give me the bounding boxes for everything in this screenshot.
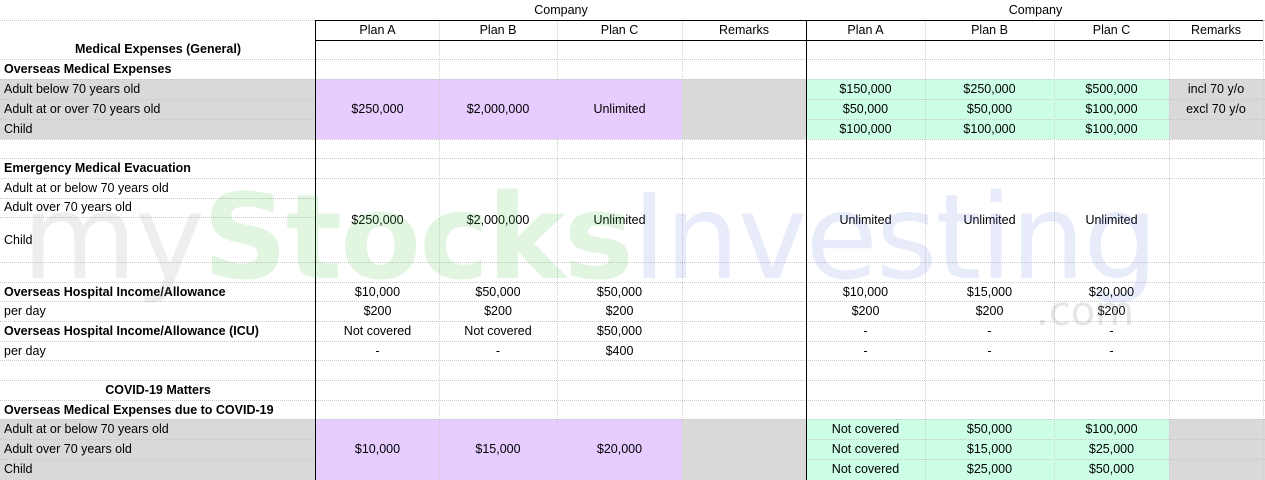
header-border [316, 40, 1263, 41]
comparison-table: Company Company Plan A Plan B Plan C Rem… [0, 0, 1265, 480]
value-cell: $25,000 [1088, 442, 1135, 456]
value-cell: Unlimited [593, 102, 646, 116]
value-cell: $200 [851, 304, 880, 318]
column-header-remarks: Remarks [1190, 23, 1241, 37]
value-cell: $25,000 [966, 462, 1013, 476]
value-cell: - [987, 344, 992, 358]
value-cell: $50,000 [1088, 462, 1135, 476]
section-title: COVID-19 Matters [105, 383, 211, 397]
column-header-remarks: Remarks [718, 23, 769, 37]
value-cell: Not covered [831, 462, 900, 476]
value-cell: $200 [484, 304, 512, 318]
value-cell: Not covered [831, 422, 900, 436]
column-header-plan-c: Plan C [1092, 23, 1131, 37]
value-cell: $2,000,000 [466, 213, 530, 227]
value-cell: $50,000 [596, 324, 643, 338]
section-title: Overseas Medical Expenses [4, 62, 172, 76]
row-label: Adult at or below 70 years old [4, 422, 169, 436]
gridline [1263, 20, 1264, 480]
value-cell: $50,000 [596, 285, 643, 299]
column-header-plan-b: Plan B [479, 23, 517, 37]
value-cell: Unlimited [593, 213, 646, 227]
value-cell: $200 [1097, 304, 1126, 318]
value-cell: $500,000 [1085, 82, 1138, 96]
value-cell: $50,000 [842, 102, 889, 116]
row-label: Adult over 70 years old [4, 442, 132, 456]
company-header-right: Company [1008, 3, 1063, 17]
value-cell: $20,000 [1088, 285, 1135, 299]
column-header-plan-c: Plan C [600, 23, 639, 37]
value-cell: $10,000 [354, 285, 401, 299]
value-cell: Unlimited [1085, 213, 1138, 227]
column-header-plan-a: Plan A [359, 23, 396, 37]
value-cell: $15,000 [966, 285, 1013, 299]
value-cell: $20,000 [596, 442, 643, 456]
remark-cell: incl 70 y/o [1187, 82, 1245, 96]
value-cell: $15,000 [966, 442, 1013, 456]
value-cell: $150,000 [839, 82, 892, 96]
row-label: Child [4, 122, 33, 136]
gridline [682, 20, 683, 480]
value-cell: Not covered [343, 324, 412, 338]
company-header-left: Company [534, 3, 588, 17]
section-title: Overseas Hospital Income/Allowance [4, 285, 226, 299]
value-cell: Unlimited [839, 213, 892, 227]
value-cell: $200 [363, 304, 392, 318]
value-cell: $50,000 [475, 285, 521, 299]
gridline [439, 20, 440, 480]
gridline [0, 217, 316, 218]
value-cell: $250,000 [963, 82, 1016, 96]
value-cell: $250,000 [351, 213, 404, 227]
gridline [0, 139, 1265, 140]
row-label: Child [4, 233, 33, 247]
value-cell: $200 [605, 304, 634, 318]
value-cell: - [863, 344, 868, 358]
gridline [557, 20, 558, 480]
value-cell: - [1109, 344, 1114, 358]
value-cell: $250,000 [351, 102, 404, 116]
value-cell: $10,000 [354, 442, 401, 456]
row-label: Adult below 70 years old [4, 82, 141, 96]
row-label: Adult over 70 years old [4, 200, 132, 214]
column-header-plan-a: Plan A [847, 23, 884, 37]
value-cell: $50,000 [966, 102, 1013, 116]
value-cell: $100,000 [839, 122, 892, 136]
grey-band-remarks-left [682, 79, 806, 139]
grey-band-covid-remarks-left [682, 419, 806, 480]
value-cell: $10,000 [842, 285, 889, 299]
value-cell: - [375, 344, 380, 358]
row-label: Child [4, 462, 33, 476]
grey-band-covid-remarks-right [1169, 419, 1265, 480]
gridline [0, 262, 1265, 263]
value-cell: Not covered [831, 442, 900, 456]
value-cell: $100,000 [1085, 422, 1138, 436]
section-title: Emergency Medical Evacuation [4, 161, 191, 175]
section-title: Overseas Medical Expenses due to COVID-1… [4, 403, 274, 417]
value-cell: Unlimited [963, 213, 1016, 227]
value-cell: $400 [605, 344, 634, 358]
value-cell: - [495, 344, 501, 358]
remark-cell: excl 70 y/o [1186, 102, 1246, 116]
section-title: Medical Expenses (General) [74, 42, 242, 56]
row-label: Adult at or over 70 years old [4, 102, 161, 116]
value-cell: $2,000,000 [466, 102, 530, 116]
value-cell: - [863, 324, 868, 338]
column-header-plan-b: Plan B [971, 23, 1008, 37]
value-cell: $200 [975, 304, 1004, 318]
row-label: per day [4, 304, 46, 318]
value-cell: $100,000 [1085, 102, 1138, 116]
section-title: Overseas Hospital Income/Allowance (ICU) [4, 324, 259, 338]
row-label: Adult at or below 70 years old [4, 181, 169, 195]
value-cell: $15,000 [475, 442, 521, 456]
value-cell: - [1109, 324, 1114, 338]
value-cell: $50,000 [966, 422, 1013, 436]
value-cell: - [987, 324, 992, 338]
value-cell: $100,000 [963, 122, 1016, 136]
value-cell: Not covered [464, 324, 532, 338]
row-label: per day [4, 344, 46, 358]
value-cell: $100,000 [1085, 122, 1138, 136]
